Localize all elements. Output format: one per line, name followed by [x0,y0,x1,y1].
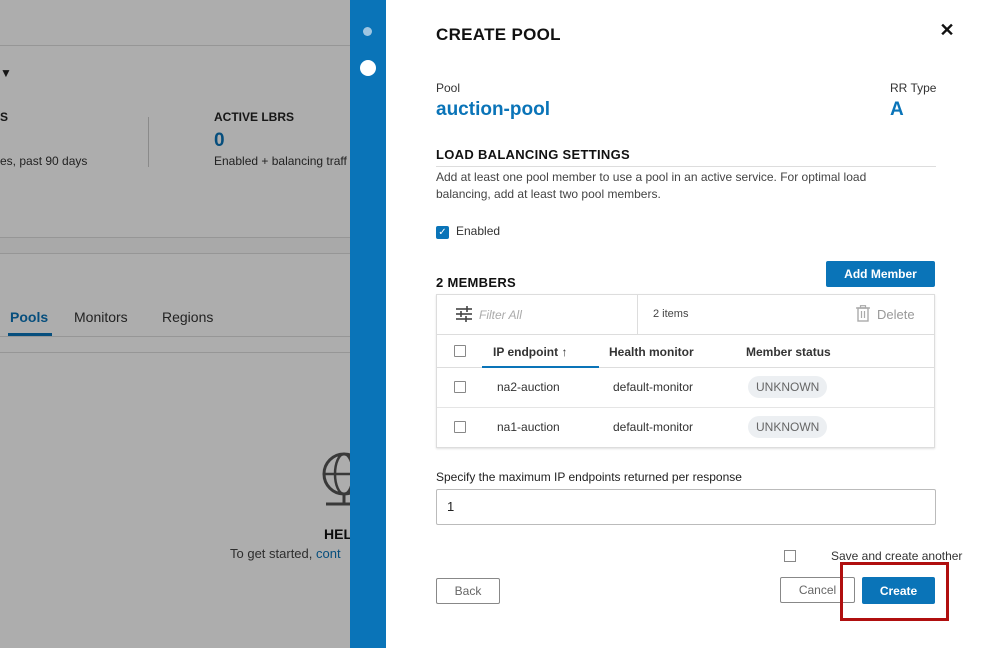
trash-icon[interactable] [855,305,871,327]
column-member-status[interactable]: Member status [746,345,831,359]
table-header: IP endpoint ↑ Health monitor Member stat… [437,335,934,368]
wizard-stepper-bar [350,0,386,648]
status-badge: UNKNOWN [748,376,828,398]
filter-sliders-icon[interactable] [455,305,473,328]
max-endpoints-input[interactable]: 1 [436,489,936,525]
items-count: 2 items [653,308,689,320]
column-health-monitor[interactable]: Health monitor [609,345,694,359]
row-checkbox[interactable] [454,381,466,393]
ip-endpoint-cell: na1-auction [497,420,560,434]
row-checkbox[interactable] [454,421,466,433]
pool-name-value: auction-pool [436,99,550,120]
column-ip-endpoint[interactable]: IP endpoint ↑ [493,345,567,359]
table-row[interactable]: na2-auction default-monitor UNKNOWN [437,368,934,408]
add-member-button[interactable]: Add Member [826,261,935,287]
save-and-create-another-checkbox[interactable] [784,550,796,562]
health-monitor-cell: default-monitor [613,420,694,434]
create-button[interactable]: Create [862,577,935,604]
table-row[interactable]: na1-auction default-monitor UNKNOWN [437,408,934,448]
back-button[interactable]: Back [436,578,500,604]
lb-settings-description: Add at least one pool member to use a po… [436,170,867,201]
close-icon[interactable]: ✕ [939,20,955,40]
save-and-create-another-label: Save and create another [831,549,963,563]
enabled-label: Enabled [456,224,501,238]
pool-label: Pool [436,81,461,95]
filter-input[interactable]: Filter All [479,308,522,322]
enabled-checkbox[interactable]: ✓ [436,226,449,239]
create-pool-panel: CREATE POOL ✕ Pool auction-pool RR Type … [386,0,986,648]
members-table: Filter All 2 items Delete IP endpoint ↑ … [436,294,935,448]
rr-type-value: A [890,99,904,120]
sort-ascending-icon[interactable]: ↑ [561,345,567,359]
toolbar-divider [637,295,638,335]
health-monitor-cell: default-monitor [613,380,694,394]
rr-type-label: RR Type [890,81,937,95]
select-all-checkbox[interactable] [454,345,466,357]
status-badge: UNKNOWN [748,416,828,438]
ip-endpoint-cell: na2-auction [497,380,560,394]
cancel-button[interactable]: Cancel [780,577,855,603]
table-toolbar: Filter All 2 items Delete [437,295,934,335]
step-indicator-inactive[interactable] [363,27,372,36]
column-ip-endpoint-label: IP endpoint [493,345,559,359]
step-indicator-active[interactable] [360,60,376,76]
section-divider [436,166,936,167]
panel-title: CREATE POOL [436,25,561,44]
delete-button[interactable]: Delete [877,307,915,322]
lb-settings-title: LOAD BALANCING SETTINGS [436,147,630,162]
members-title: 2 MEMBERS [436,275,516,290]
screen: ▼ S es, past 90 days ACTIVE LBRS 0 Enabl… [0,0,986,648]
max-endpoints-label: Specify the maximum IP endpoints returne… [436,470,742,484]
